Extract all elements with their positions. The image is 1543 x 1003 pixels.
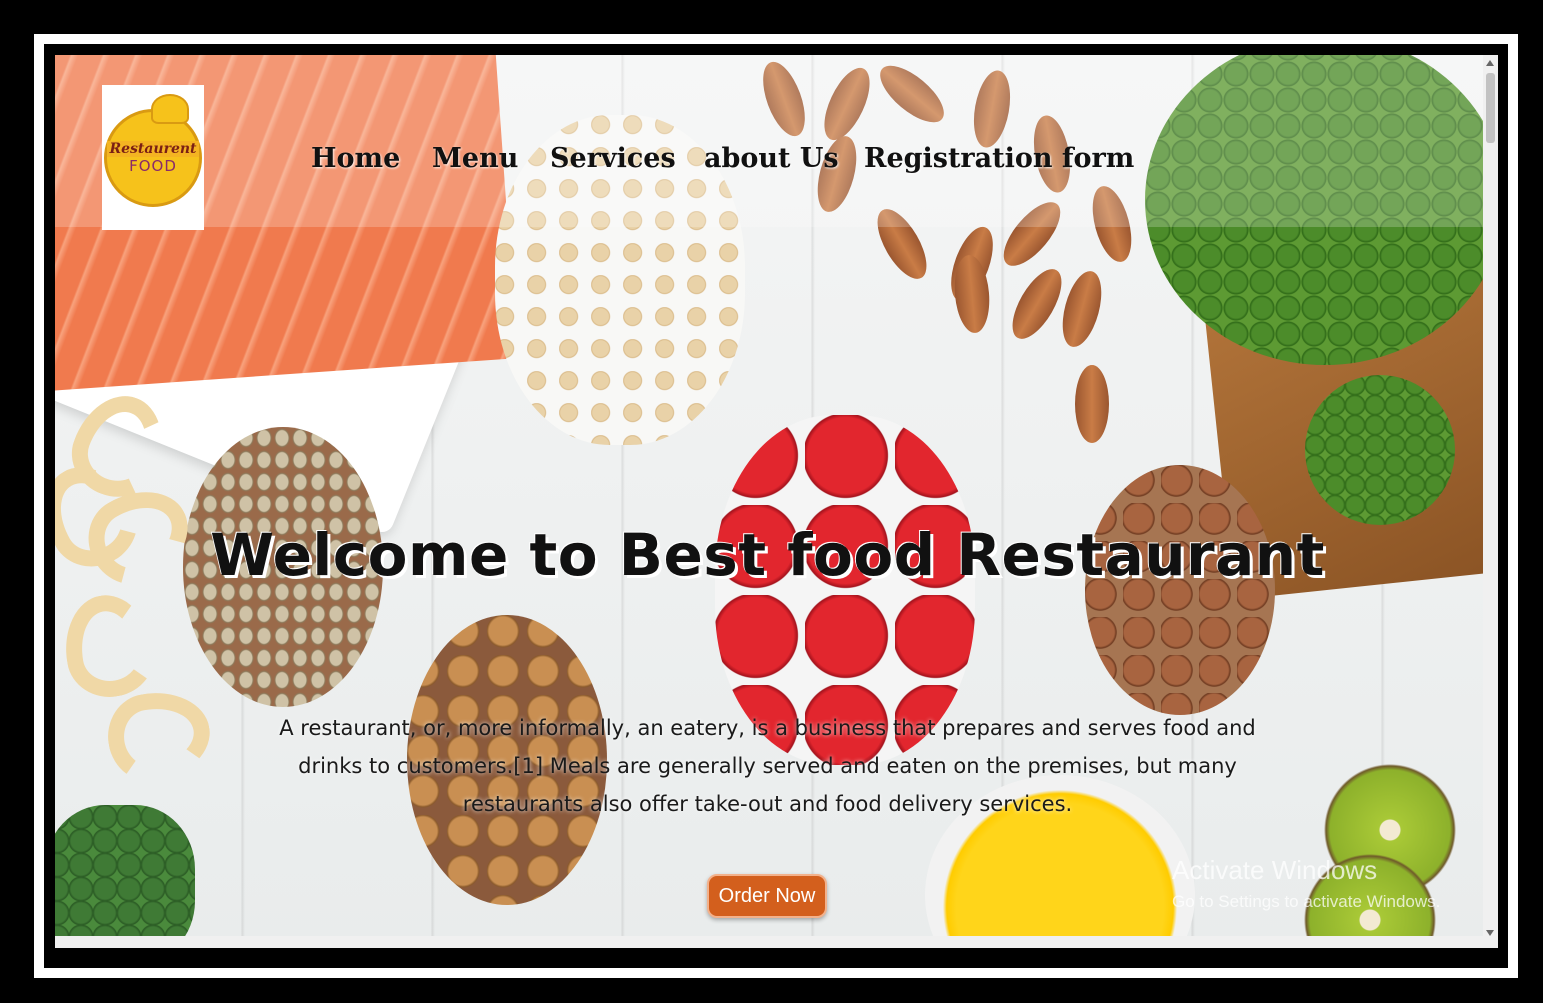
almond-image [1002, 261, 1072, 347]
logo-text-food: FOOD [129, 156, 177, 175]
kale-image [55, 805, 195, 948]
browser-viewport: Restaurent FOOD Home Menu Services about… [55, 55, 1498, 948]
top-navbar: Restaurent FOOD Home Menu Services about… [55, 55, 1498, 230]
horizontal-scrollbar[interactable] [55, 936, 1483, 948]
logo-badge-icon: Restaurent FOOD [104, 93, 202, 207]
nav-link-about-us[interactable]: about Us [704, 143, 839, 174]
nav-link-services[interactable]: Services [550, 143, 676, 174]
logo-text-restaurent: Restaurent [107, 140, 199, 157]
hero-headline: Welcome to Best food Restaurant [210, 521, 1325, 589]
almond-image [1075, 365, 1109, 443]
nav-link-registration-form[interactable]: Registration form [864, 143, 1134, 174]
broccoli-floret-image [1305, 375, 1455, 525]
scroll-down-arrow-icon[interactable] [1486, 930, 1494, 936]
vertical-scrollbar[interactable] [1483, 55, 1498, 948]
cashew-image [101, 683, 217, 789]
nav-link-menu[interactable]: Menu [432, 143, 518, 174]
hazelnuts-bowl-image [1085, 465, 1275, 715]
watermark-subtitle: Go to Settings to activate Windows. [1172, 892, 1441, 911]
watermark-title: Activate Windows [1172, 855, 1378, 885]
order-now-button[interactable]: Order Now [707, 874, 827, 918]
activate-windows-watermark: Activate Windows Go to Settings to activ… [1172, 855, 1440, 912]
nav-link-home[interactable]: Home [311, 143, 400, 174]
restaurant-logo[interactable]: Restaurent FOOD [102, 85, 204, 230]
almond-image [1055, 266, 1109, 352]
chef-hat-icon [151, 93, 189, 124]
scroll-up-arrow-icon[interactable] [1486, 60, 1494, 66]
scrollbar-thumb[interactable] [1486, 73, 1495, 143]
cashew-image [56, 588, 162, 704]
hero-description: A restaurant, or, more informally, an ea… [279, 716, 1256, 816]
